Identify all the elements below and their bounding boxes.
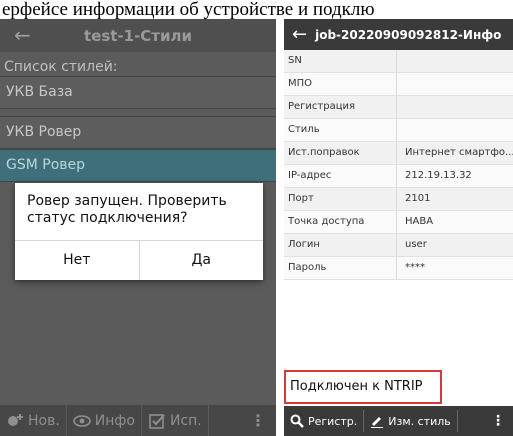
- page-title: test-1-Стили: [83, 27, 193, 45]
- table-row: SN: [284, 50, 513, 73]
- register-button-label: Регистр.: [308, 414, 358, 428]
- row-key: Регистрация: [284, 96, 397, 118]
- yes-button[interactable]: Да: [138, 241, 264, 280]
- dialog-message: Ровер запущен. Проверить статус подключе…: [27, 193, 227, 226]
- table-row: IP-адрес 212.19.13.32: [284, 165, 513, 188]
- row-key: Стиль: [284, 119, 397, 141]
- table-row: МПО: [284, 73, 513, 96]
- table-row: Регистрация: [284, 96, 513, 119]
- edit-style-button[interactable]: Изм. стиль: [364, 406, 457, 436]
- app-bar: ← test-1-Стили: [0, 19, 276, 52]
- row-value: 212.19.13.32: [405, 170, 472, 181]
- eye-icon: [72, 414, 91, 427]
- register-button[interactable]: Регистр.: [284, 406, 363, 436]
- divider: [276, 19, 284, 436]
- row-value: Интернет смартфо...: [405, 147, 513, 158]
- row-key: IP-адрес: [284, 165, 397, 187]
- table-row: Стиль: [284, 119, 513, 142]
- row-value: [397, 119, 513, 141]
- info-button-label: Инфо: [94, 412, 135, 429]
- list-item-ukv-base[interactable]: УКВ База: [0, 76, 276, 109]
- row-value: [397, 73, 513, 95]
- no-button[interactable]: Нет: [15, 241, 139, 280]
- dialog-buttons: Нет Да: [15, 240, 263, 280]
- bottom-toolbar: Регистр. Изм. стиль ⋮: [284, 406, 513, 436]
- table-row: Порт 2101: [284, 188, 513, 211]
- caption-text: ерфейсе информации об устройстве и подкл…: [0, 0, 513, 19]
- table-row: Ист.поправок Интернет смартфо...: [284, 142, 513, 165]
- row-key: Логин: [284, 234, 397, 256]
- pencil-icon: [371, 417, 384, 428]
- more-menu-icon[interactable]: ⋮: [240, 411, 276, 430]
- new-style-icon: [8, 413, 23, 426]
- styles-list-label: Список стилей:: [4, 59, 118, 75]
- use-button-label: Исп.: [169, 412, 202, 429]
- row-value: ****: [405, 262, 425, 273]
- row-value: [397, 96, 513, 118]
- row-value: user: [405, 239, 427, 250]
- new-button[interactable]: Нов.: [0, 405, 67, 436]
- info-table: SN МПО Регистрация Стиль Ист.поправок Инт…: [284, 50, 513, 280]
- row-key: SN: [284, 50, 397, 72]
- list-item-ukv-rover[interactable]: УКВ Ровер: [0, 116, 276, 149]
- table-row: Пароль ****: [284, 257, 513, 280]
- edit-style-button-label: Изм. стиль: [388, 414, 451, 428]
- row-value: [397, 50, 513, 72]
- row-value: HABA: [405, 216, 434, 227]
- styles-screen: ← test-1-Стили Список стилей: УКВ База У…: [0, 19, 276, 436]
- list-item-gsm-rover[interactable]: GSM Ровер: [0, 149, 276, 182]
- bottom-toolbar: Нов. Инфо Исп. ⋮: [0, 405, 276, 436]
- app-bar: ← job-20220909092812-Инфо: [284, 19, 513, 50]
- use-button[interactable]: Исп.: [142, 405, 209, 436]
- row-key: МПО: [284, 73, 397, 95]
- new-button-label: Нов.: [28, 412, 60, 429]
- row-value: 2101: [405, 193, 431, 204]
- more-menu-icon[interactable]: ⋮: [483, 413, 513, 429]
- page-title: job-20220909092812-Инфо: [315, 27, 502, 42]
- table-row: Логин user: [284, 234, 513, 257]
- search-icon: [290, 414, 304, 428]
- toolbar-divider: [456, 410, 458, 432]
- info-button[interactable]: Инфо: [67, 405, 142, 436]
- row-key: Точка доступа: [284, 211, 397, 233]
- info-screen: ← job-20220909092812-Инфо SN МПО Регистр…: [284, 19, 513, 436]
- connection-status: Подключен к NTRIP: [284, 370, 442, 404]
- checkbox-icon: [149, 413, 165, 429]
- table-row: Точка доступа HABA: [284, 211, 513, 234]
- back-arrow-icon[interactable]: ←: [284, 24, 315, 45]
- row-key: Пароль: [284, 257, 397, 279]
- row-key: Порт: [284, 188, 397, 210]
- confirm-dialog: Ровер запущен. Проверить статус подключе…: [15, 183, 263, 280]
- row-key: Ист.поправок: [284, 142, 397, 164]
